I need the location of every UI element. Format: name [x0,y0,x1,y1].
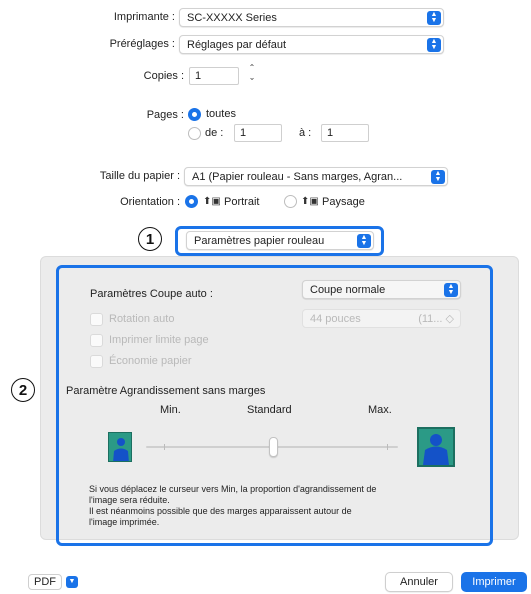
pages-all-radio[interactable] [188,108,201,121]
roll-width-value: 44 pouces [310,312,361,325]
chevron-updown-icon: ▲ ▼ [427,37,441,52]
pages-label: Pages : [146,109,184,121]
orientation-portrait-label: Portrait [224,196,260,208]
expansion-note-line: l'image sera réduite. [89,495,170,505]
paper-size-label: Taille du papier : [99,170,180,182]
pages-from-value: 1 [240,127,247,139]
auto-cut-popup[interactable]: Coupe normale ▲ ▼ [302,280,461,299]
orientation-landscape-radio[interactable] [284,195,297,208]
orientation-portrait-radio[interactable] [185,195,198,208]
paper-saving-checkbox[interactable] [90,355,103,368]
expansion-min-label: Min. [160,404,181,416]
callout-2: 2 [11,378,35,402]
stepper-up-icon[interactable]: ⌃ [246,63,258,72]
slider-thumb[interactable] [269,437,278,457]
landscape-icon: ⬆▣ [301,196,319,207]
print-button[interactable]: Imprimer [461,572,527,592]
auto-rotation-label: Rotation auto [109,313,175,325]
person-icon [113,438,129,461]
expansion-max-label: Max. [368,404,392,416]
pages-to-field[interactable]: 1 [321,124,369,142]
chevron-updown-icon: ▲ ▼ [431,169,445,184]
person-icon [423,434,449,465]
copies-field[interactable]: 1 [189,67,239,85]
printer-popup[interactable]: SC-XXXXX Series ▲ ▼ [179,8,444,27]
pages-range-radio[interactable] [188,127,201,140]
expansion-slider[interactable] [146,437,398,457]
printer-value: SC-XXXXX Series [187,11,277,24]
expansion-note-line: Il est néanmoins possible que des marges… [89,506,352,516]
chevron-updown-icon: ▲ ▼ [444,282,458,297]
cancel-button[interactable]: Annuler [385,572,453,592]
pages-from-field[interactable]: 1 [234,124,282,142]
chevron-down-icon: ▼ [66,576,78,588]
orientation-label: Orientation : [120,196,180,208]
pdf-label: PDF [28,574,62,590]
roll-width-suffix: (11... ◇ [418,313,454,325]
slider-tick-max [387,444,388,450]
cancel-label: Annuler [400,576,438,588]
section-menu-popup[interactable]: Paramètres papier rouleau ▲ ▼ [186,231,374,250]
paper-size-value: A1 (Papier rouleau - Sans marges, Agran.… [192,170,403,183]
slider-tick-min [164,444,165,450]
copies-label: Copies : [143,70,184,82]
section-menu-value: Paramètres papier rouleau [194,234,325,247]
chevron-updown-icon: ▲ ▼ [357,233,371,248]
stepper-down-icon[interactable]: ⌃ [246,72,258,81]
auto-cut-value: Coupe normale [310,283,386,296]
paper-size-popup[interactable]: A1 (Papier rouleau - Sans marges, Agran.… [184,167,448,186]
callout-1: 1 [138,227,162,251]
max-expansion-figure [417,427,455,467]
expansion-note: Si vous déplacez le curseur vers Min, la… [89,484,469,528]
roll-width-popup[interactable]: 44 pouces (11... ◇ [302,309,461,328]
print-label: Imprimer [472,576,516,588]
auto-cut-label: Paramètres Coupe auto : [90,288,213,300]
copies-value: 1 [195,70,202,82]
presets-value: Réglages par défaut [187,38,287,51]
pages-all-label: toutes [206,108,236,120]
chevron-updown-icon: ▲ ▼ [427,10,441,25]
expansion-title: Paramètre Agrandissement sans marges [66,385,266,397]
printer-label: Imprimante : [113,11,175,23]
presets-popup[interactable]: Réglages par défaut ▲ ▼ [179,35,444,54]
print-page-line-label: Imprimer limite page [109,334,209,346]
auto-rotation-checkbox[interactable] [90,313,103,326]
print-page-line-checkbox[interactable] [90,334,103,347]
min-expansion-figure [108,432,132,462]
portrait-icon: ⬆▣ [203,196,221,207]
copies-stepper[interactable]: ⌃ ⌃ [246,63,258,87]
pages-to-label: à : [299,127,312,139]
expansion-note-line: l'image imprimée. [89,517,160,527]
paper-saving-label: Économie papier [109,355,192,367]
presets-label: Préréglages : [109,38,175,50]
orientation-landscape-label: Paysage [322,196,365,208]
pages-to-value: 1 [327,127,334,139]
pages-from-label: de : [205,127,224,139]
pdf-menu-button[interactable]: PDF ▼ [28,573,80,591]
expansion-standard-label: Standard [247,404,292,416]
expansion-note-line: Si vous déplacez le curseur vers Min, la… [89,484,377,494]
